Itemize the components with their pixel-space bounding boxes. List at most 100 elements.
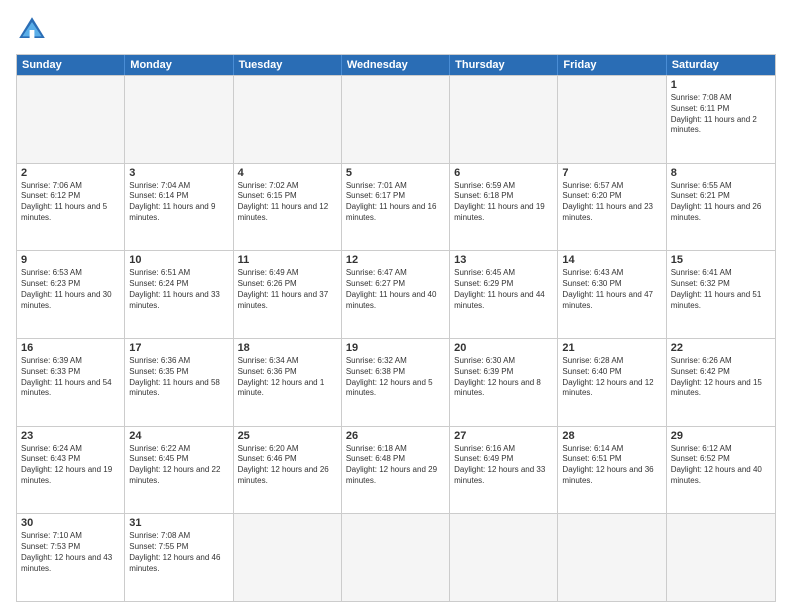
week-row-5: 30 Sunrise: 7:10 AM Sunset: 7:53 PM Dayli… [17,513,775,601]
day-header-sunday: Sunday [17,55,125,75]
table-row [17,76,125,163]
day-number: 17 [129,342,228,354]
day-number: 2 [21,167,120,179]
table-row [558,514,666,601]
day-number: 14 [562,254,661,266]
day-number: 3 [129,167,228,179]
day-info: Sunrise: 6:18 AM Sunset: 6:48 PM Dayligh… [346,444,445,487]
table-row: 20Sunrise: 6:30 AM Sunset: 6:39 PM Dayli… [450,339,558,426]
table-row: 9 Sunrise: 6:53 AM Sunset: 6:23 PM Daylig… [17,251,125,338]
table-row: 16 Sunrise: 6:39 AM Sunset: 6:33 PM Dayli… [17,339,125,426]
logo-icon [16,14,48,46]
week-row-3: 16 Sunrise: 6:39 AM Sunset: 6:33 PM Dayli… [17,338,775,426]
table-row: 4 Sunrise: 7:02 AM Sunset: 6:15 PM Daylig… [234,164,342,251]
table-row: 10Sunrise: 6:51 AM Sunset: 6:24 PM Dayli… [125,251,233,338]
table-row [125,76,233,163]
day-info: Sunrise: 7:08 AM Sunset: 6:11 PM Dayligh… [671,93,771,136]
day-info: Sunrise: 6:28 AM Sunset: 6:40 PM Dayligh… [562,356,661,399]
day-header-monday: Monday [125,55,233,75]
day-info: Sunrise: 6:14 AM Sunset: 6:51 PM Dayligh… [562,444,661,487]
day-info: Sunrise: 6:24 AM Sunset: 6:43 PM Dayligh… [21,444,120,487]
day-info: Sunrise: 6:34 AM Sunset: 6:36 PM Dayligh… [238,356,337,399]
day-number: 1 [671,79,771,91]
day-header-wednesday: Wednesday [342,55,450,75]
table-row: 24Sunrise: 6:22 AM Sunset: 6:45 PM Dayli… [125,427,233,514]
day-number: 4 [238,167,337,179]
day-number: 6 [454,167,553,179]
table-row: 15 Sunrise: 6:41 AM Sunset: 6:32 PM Dayli… [667,251,775,338]
day-header-thursday: Thursday [450,55,558,75]
day-number: 25 [238,430,337,442]
table-row: 25 Sunrise: 6:20 AM Sunset: 6:46 PM Dayli… [234,427,342,514]
table-row [667,514,775,601]
day-header-friday: Friday [558,55,666,75]
day-info: Sunrise: 6:36 AM Sunset: 6:35 PM Dayligh… [129,356,228,399]
table-row [450,76,558,163]
table-row: 30 Sunrise: 7:10 AM Sunset: 7:53 PM Dayli… [17,514,125,601]
table-row: 23 Sunrise: 6:24 AM Sunset: 6:43 PM Dayli… [17,427,125,514]
day-info: Sunrise: 7:06 AM Sunset: 6:12 PM Dayligh… [21,181,120,224]
table-row: 29Sunrise: 6:12 AM Sunset: 6:52 PM Dayli… [667,427,775,514]
table-row: 5 Sunrise: 7:01 AM Sunset: 6:17 PM Daylig… [342,164,450,251]
day-number: 15 [671,254,771,266]
table-row: 31Sunrise: 7:08 AM Sunset: 7:55 PM Dayli… [125,514,233,601]
day-number: 7 [562,167,661,179]
day-info: Sunrise: 7:01 AM Sunset: 6:17 PM Dayligh… [346,181,445,224]
day-number: 30 [21,517,120,529]
table-row [234,514,342,601]
day-number: 21 [562,342,661,354]
table-row: 1 Sunrise: 7:08 AM Sunset: 6:11 PM Daylig… [667,76,775,163]
week-row-1: 2 Sunrise: 7:06 AM Sunset: 6:12 PM Daylig… [17,163,775,251]
day-info: Sunrise: 7:02 AM Sunset: 6:15 PM Dayligh… [238,181,337,224]
day-info: Sunrise: 6:49 AM Sunset: 6:26 PM Dayligh… [238,268,337,311]
table-row: 27 Sunrise: 6:16 AM Sunset: 6:49 PM Dayli… [450,427,558,514]
day-number: 18 [238,342,337,354]
day-info: Sunrise: 6:39 AM Sunset: 6:33 PM Dayligh… [21,356,120,399]
day-info: Sunrise: 6:32 AM Sunset: 6:38 PM Dayligh… [346,356,445,399]
table-row: 18 Sunrise: 6:34 AM Sunset: 6:36 PM Dayli… [234,339,342,426]
table-row: 8Sunrise: 6:55 AM Sunset: 6:21 PM Daylig… [667,164,775,251]
day-info: Sunrise: 6:41 AM Sunset: 6:32 PM Dayligh… [671,268,771,311]
day-number: 11 [238,254,337,266]
day-number: 23 [21,430,120,442]
logo [16,14,52,46]
calendar-body: 1 Sunrise: 7:08 AM Sunset: 6:11 PM Daylig… [17,75,775,601]
calendar-header: SundayMondayTuesdayWednesdayThursdayFrid… [17,55,775,75]
day-number: 9 [21,254,120,266]
day-info: Sunrise: 6:20 AM Sunset: 6:46 PM Dayligh… [238,444,337,487]
table-row: 14Sunrise: 6:43 AM Sunset: 6:30 PM Dayli… [558,251,666,338]
day-number: 27 [454,430,553,442]
day-info: Sunrise: 6:57 AM Sunset: 6:20 PM Dayligh… [562,181,661,224]
day-header-tuesday: Tuesday [234,55,342,75]
calendar: SundayMondayTuesdayWednesdayThursdayFrid… [16,54,776,602]
table-row: 11 Sunrise: 6:49 AM Sunset: 6:26 PM Dayli… [234,251,342,338]
day-info: Sunrise: 6:26 AM Sunset: 6:42 PM Dayligh… [671,356,771,399]
table-row [342,76,450,163]
table-row: 21 Sunrise: 6:28 AM Sunset: 6:40 PM Dayli… [558,339,666,426]
day-header-saturday: Saturday [667,55,775,75]
day-info: Sunrise: 6:45 AM Sunset: 6:29 PM Dayligh… [454,268,553,311]
day-info: Sunrise: 6:16 AM Sunset: 6:49 PM Dayligh… [454,444,553,487]
day-info: Sunrise: 7:10 AM Sunset: 7:53 PM Dayligh… [21,531,120,574]
table-row: 26Sunrise: 6:18 AM Sunset: 6:48 PM Dayli… [342,427,450,514]
table-row: 12 Sunrise: 6:47 AM Sunset: 6:27 PM Dayli… [342,251,450,338]
table-row: 6 Sunrise: 6:59 AM Sunset: 6:18 PM Daylig… [450,164,558,251]
day-info: Sunrise: 6:53 AM Sunset: 6:23 PM Dayligh… [21,268,120,311]
day-info: Sunrise: 6:59 AM Sunset: 6:18 PM Dayligh… [454,181,553,224]
day-number: 22 [671,342,771,354]
table-row [450,514,558,601]
table-row: 22 Sunrise: 6:26 AM Sunset: 6:42 PM Dayli… [667,339,775,426]
day-number: 16 [21,342,120,354]
day-info: Sunrise: 6:47 AM Sunset: 6:27 PM Dayligh… [346,268,445,311]
day-info: Sunrise: 6:12 AM Sunset: 6:52 PM Dayligh… [671,444,771,487]
day-number: 12 [346,254,445,266]
week-row-0: 1 Sunrise: 7:08 AM Sunset: 6:11 PM Daylig… [17,75,775,163]
day-info: Sunrise: 7:04 AM Sunset: 6:14 PM Dayligh… [129,181,228,224]
week-row-4: 23 Sunrise: 6:24 AM Sunset: 6:43 PM Dayli… [17,426,775,514]
day-info: Sunrise: 7:08 AM Sunset: 7:55 PM Dayligh… [129,531,228,574]
day-number: 10 [129,254,228,266]
table-row: 3 Sunrise: 7:04 AM Sunset: 6:14 PM Daylig… [125,164,233,251]
table-row [558,76,666,163]
day-number: 5 [346,167,445,179]
table-row: 7 Sunrise: 6:57 AM Sunset: 6:20 PM Daylig… [558,164,666,251]
